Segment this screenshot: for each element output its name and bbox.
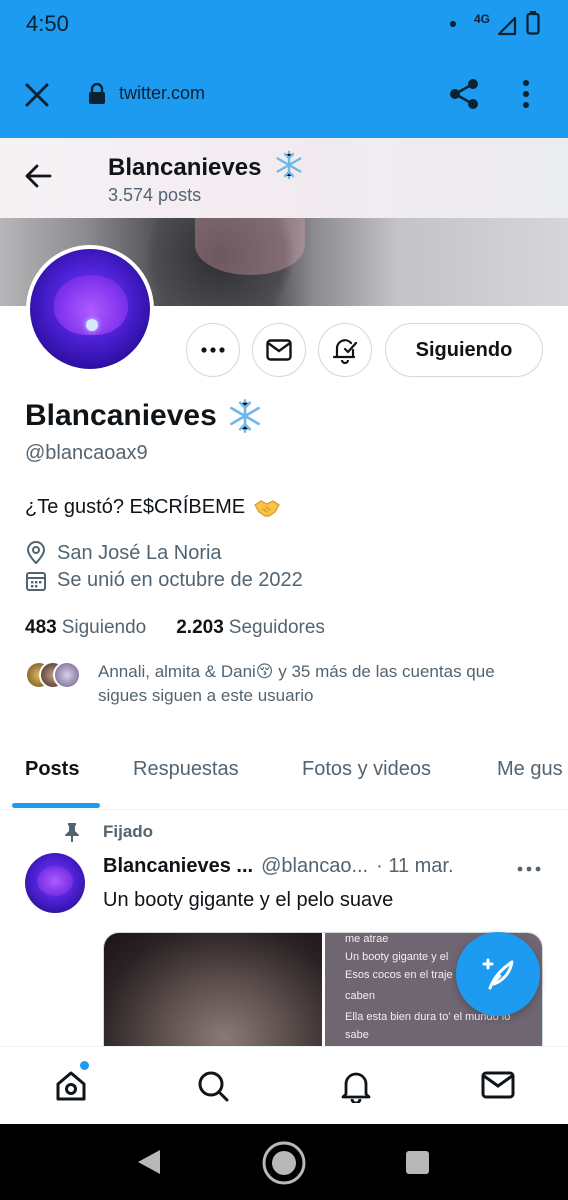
notification-dot (450, 21, 456, 27)
tweet-author-name[interactable]: Blancanieves ... (103, 855, 253, 878)
snowflake-icon (229, 399, 260, 433)
pinned-text: Fijado (103, 822, 154, 841)
tweet-avatar[interactable] (25, 853, 85, 913)
status-time: 4:50 (26, 11, 69, 36)
tweet-text: Un booty gigante y el pelo suave (103, 889, 394, 911)
avatar-photo (37, 866, 73, 896)
pinned-label: Fijado (63, 822, 153, 842)
tweet-timestamp[interactable]: · 11 mar. (376, 855, 453, 878)
followers-you-know[interactable]: Annali, almita & Dani😚 y 35 más de las c… (25, 660, 545, 710)
tab-media[interactable]: Fotos y videos (302, 758, 431, 781)
close-icon[interactable] (22, 80, 52, 110)
bottom-navigation (0, 1046, 568, 1124)
active-tab-indicator (12, 803, 100, 808)
recents-icon[interactable] (406, 1151, 429, 1174)
messages-icon[interactable] (481, 1069, 515, 1101)
status-bar: 4:50 4G (0, 0, 568, 50)
profile-avatar[interactable] (26, 245, 154, 373)
joined-text: Se unió en octubre de 2022 (57, 569, 303, 591)
header-title: Blancanieves (108, 150, 304, 182)
share-icon[interactable] (447, 77, 481, 111)
profile-display-name: Blancanieves (25, 399, 217, 432)
followers-stat[interactable]: 2.203 Seguidores (176, 617, 325, 639)
tweet-header: Blancanieves ... @blancao... · 11 mar. (103, 855, 503, 878)
snowflake-icon (276, 150, 302, 180)
profile-sticky-header: Blancanieves 3.574 posts (0, 138, 568, 218)
profile-joined-date: Se unió en octubre de 2022 (25, 569, 303, 592)
followers-you-know-text: Annali, almita & Dani😚 y 35 más de las c… (98, 662, 495, 705)
notifications-toggle-button[interactable] (318, 323, 372, 377)
avatar-photo-detail (86, 319, 98, 331)
following-count: 483 (25, 617, 57, 638)
header-name: Blancanieves (108, 154, 262, 181)
more-options-button[interactable] (186, 323, 240, 377)
tab-replies[interactable]: Respuestas (133, 758, 239, 781)
notifications-icon[interactable] (340, 1069, 372, 1103)
bio-text: ¿Te gustó? E$CRÍBEME (25, 496, 246, 518)
back-arrow-icon[interactable] (24, 162, 52, 190)
header-post-count: 3.574 posts (108, 185, 202, 205)
location-icon (26, 541, 46, 565)
following-stat[interactable]: 483 Siguiendo (25, 617, 146, 639)
following-label: Siguiendo (61, 617, 147, 638)
following-button[interactable]: Siguiendo (385, 323, 543, 377)
profile-location: San José La Noria (25, 541, 222, 565)
profile-handle: @blancaoax9 (25, 442, 148, 464)
mail-icon (266, 339, 292, 361)
search-icon[interactable] (196, 1069, 230, 1103)
url-bar[interactable]: twitter.com (119, 83, 205, 104)
location-text: San José La Noria (57, 541, 222, 564)
followers-count: 2.203 (176, 617, 224, 638)
mutual-avatars (25, 661, 85, 689)
followers-label: Seguidores (228, 617, 325, 638)
network-type: 4G (474, 12, 491, 26)
system-navigation-bar (0, 1124, 568, 1200)
tweet-more-icon[interactable] (517, 866, 541, 872)
tab-posts[interactable]: Posts (25, 758, 79, 781)
compose-post-button[interactable] (456, 932, 540, 1016)
signal-icon (497, 16, 517, 36)
profile-name-row: Blancanieves (25, 398, 263, 434)
avatar (53, 661, 81, 689)
menu-icon[interactable] (521, 79, 531, 109)
home-unread-dot (80, 1061, 89, 1070)
bell-check-icon (332, 339, 358, 364)
profile-stats: 483 Siguiendo 2.203 Seguidores (25, 617, 325, 639)
media-text-line: me atrae (345, 933, 389, 945)
tab-likes[interactable]: Me gus (497, 758, 563, 781)
media-text-line: Un booty gigante y el (345, 951, 449, 963)
banner-shape (195, 215, 305, 275)
media-text-line: Esos cocos en el traje (345, 969, 453, 981)
home-circle-icon[interactable] (261, 1140, 307, 1186)
handshake-icon (254, 499, 280, 517)
media-text-line: caben (345, 990, 375, 1002)
pin-icon (65, 823, 79, 842)
profile-tabs: Posts Respuestas Fotos y videos Me gus (0, 740, 568, 810)
message-button[interactable] (252, 323, 306, 377)
lock-icon (89, 83, 105, 104)
browser-toolbar: twitter.com (0, 50, 568, 138)
calendar-icon (26, 571, 46, 591)
compose-icon (482, 958, 514, 990)
back-icon[interactable] (136, 1148, 162, 1176)
tweet-author-handle[interactable]: @blancao... (261, 855, 368, 878)
profile-bio: ¿Te gustó? E$CRÍBEME (25, 496, 281, 519)
more-icon (201, 347, 225, 353)
media-text-line: sabe (345, 1029, 369, 1041)
battery-icon (526, 11, 540, 35)
home-icon[interactable] (54, 1069, 88, 1103)
